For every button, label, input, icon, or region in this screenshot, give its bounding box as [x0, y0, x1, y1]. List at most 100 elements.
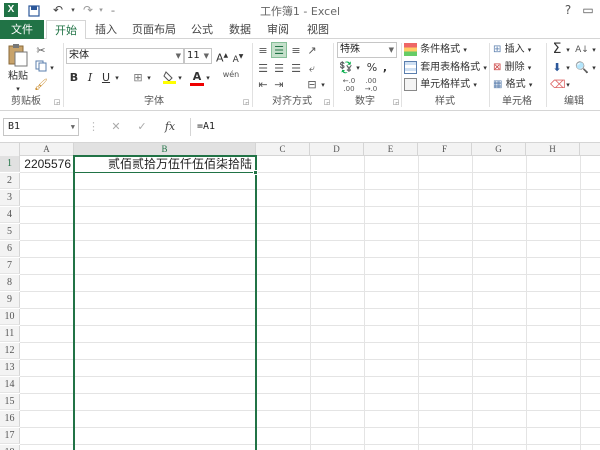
column-header-e[interactable]: E: [364, 143, 418, 156]
font-launcher-icon[interactable]: ◲: [242, 98, 250, 106]
delete-cells-button[interactable]: ⊠ 删除 ▾: [493, 60, 543, 76]
row-header[interactable]: 5: [0, 224, 20, 240]
column-header-b[interactable]: B: [74, 143, 256, 157]
row-header[interactable]: 9: [0, 292, 20, 308]
column-header-d[interactable]: D: [310, 143, 364, 156]
formula-input[interactable]: =A1: [190, 118, 600, 136]
tab-data[interactable]: 数据: [224, 20, 256, 39]
autosum-dropdown-icon[interactable]: ▾: [564, 42, 572, 58]
column-header-f[interactable]: F: [418, 143, 472, 156]
format-painter-icon[interactable]: 🖌: [34, 77, 48, 93]
clear-dropdown-icon[interactable]: ▾: [564, 77, 572, 93]
format-cells-button[interactable]: ▦ 格式 ▾: [493, 77, 543, 93]
cell-b1[interactable]: 贰佰贰拾万伍仟伍佰柒拾陆: [75, 156, 255, 172]
clipboard-launcher-icon[interactable]: ◲: [53, 98, 61, 106]
fill-handle[interactable]: [253, 170, 258, 175]
customize-qat-icon[interactable]: ₌: [108, 2, 118, 18]
sort-filter-dropdown-icon[interactable]: ▾: [590, 42, 598, 58]
percent-button[interactable]: %: [366, 60, 378, 76]
conditional-formatting-button[interactable]: 条件格式 ▾: [404, 42, 488, 58]
font-color-dropdown-icon[interactable]: ▾: [204, 70, 212, 86]
insert-function-button[interactable]: fx: [160, 118, 180, 136]
column-header-h[interactable]: H: [526, 143, 580, 156]
currency-icon[interactable]: 💱: [338, 60, 354, 76]
cut-icon[interactable]: ✂: [34, 43, 48, 59]
tab-formulas[interactable]: 公式: [186, 20, 218, 39]
border-dropdown-icon[interactable]: ▾: [145, 70, 153, 86]
tab-view[interactable]: 视图: [302, 20, 334, 39]
row-header[interactable]: 4: [0, 207, 20, 223]
tab-page-layout[interactable]: 页面布局: [128, 20, 180, 39]
tab-file[interactable]: 文件: [0, 20, 44, 39]
column-header-g[interactable]: G: [472, 143, 526, 156]
fill-dropdown-icon[interactable]: ▾: [564, 60, 572, 76]
grow-font-button[interactable]: A▲: [216, 48, 228, 65]
sort-filter-icon[interactable]: A↓: [574, 42, 590, 58]
paste-icon[interactable]: [6, 43, 30, 69]
number-format-combo[interactable]: 特殊 ▼: [337, 42, 397, 58]
number-launcher-icon[interactable]: ◲: [392, 98, 400, 106]
cancel-entry-icon[interactable]: ✕: [108, 118, 124, 136]
fill-color-icon[interactable]: [162, 70, 176, 86]
insert-cells-button[interactable]: ⊞ 插入 ▾: [493, 42, 543, 58]
select-all-corner[interactable]: [0, 143, 20, 156]
row-header[interactable]: 10: [0, 309, 20, 325]
undo-icon[interactable]: ↶: [48, 2, 68, 18]
font-color-button[interactable]: A: [190, 69, 204, 86]
row-header[interactable]: 13: [0, 360, 20, 376]
underline-dropdown-icon[interactable]: ▾: [113, 70, 121, 86]
undo-dropdown-icon[interactable]: ▾: [68, 2, 78, 18]
cell-styles-button[interactable]: 单元格样式 ▾: [404, 77, 488, 93]
shrink-font-button[interactable]: A▼: [232, 49, 244, 65]
align-left-icon[interactable]: ☰: [256, 61, 270, 77]
row-header[interactable]: 6: [0, 241, 20, 257]
decrease-indent-icon[interactable]: ⇤: [256, 77, 270, 93]
copy-dropdown-icon[interactable]: ▾: [48, 60, 56, 76]
help-button[interactable]: ?: [560, 2, 576, 18]
wrap-text-icon[interactable]: ⤶: [305, 61, 319, 77]
save-icon[interactable]: [26, 2, 42, 18]
currency-dropdown-icon[interactable]: ▾: [354, 60, 362, 76]
alignment-launcher-icon[interactable]: ◲: [323, 98, 331, 106]
row-header[interactable]: 3: [0, 190, 20, 206]
decrease-decimal-icon[interactable]: .00 →.0: [362, 77, 380, 93]
redo-dropdown-icon[interactable]: ▾: [96, 2, 106, 18]
merge-center-icon[interactable]: ⊟: [305, 77, 319, 93]
middle-align-icon[interactable]: ☰: [271, 42, 287, 58]
phonetic-button[interactable]: wén: [220, 67, 242, 83]
merge-dropdown-icon[interactable]: ▾: [319, 77, 327, 93]
align-center-icon[interactable]: ☰: [272, 61, 286, 77]
bold-button[interactable]: B: [68, 70, 80, 86]
redo-icon[interactable]: ↷: [80, 2, 96, 18]
underline-button[interactable]: U: [100, 70, 112, 86]
row-header[interactable]: 15: [0, 394, 20, 410]
row-header[interactable]: 8: [0, 275, 20, 291]
tab-home[interactable]: 开始: [46, 20, 86, 40]
align-right-icon[interactable]: ☰: [289, 61, 303, 77]
row-header[interactable]: 7: [0, 258, 20, 274]
tab-review[interactable]: 审阅: [262, 20, 294, 39]
font-size-combo[interactable]: 11 ▼: [184, 48, 212, 64]
format-as-table-button[interactable]: 套用表格格式 ▾: [404, 60, 488, 76]
find-select-icon[interactable]: 🔍: [574, 60, 590, 76]
row-header[interactable]: 18: [0, 445, 20, 450]
row-header[interactable]: 17: [0, 428, 20, 444]
clear-icon[interactable]: ⌫: [550, 77, 566, 93]
italic-button[interactable]: I: [84, 70, 96, 86]
row-header[interactable]: 16: [0, 411, 20, 427]
fill-icon[interactable]: ⬇: [550, 60, 564, 76]
name-box[interactable]: B1 ▼: [3, 118, 79, 136]
row-header[interactable]: 2: [0, 173, 20, 189]
tab-insert[interactable]: 插入: [90, 20, 122, 39]
font-name-combo[interactable]: 宋体 ▼: [66, 48, 184, 64]
increase-indent-icon[interactable]: ⇥: [272, 77, 286, 93]
copy-icon[interactable]: [34, 60, 48, 76]
border-icon[interactable]: ⊞: [131, 70, 145, 86]
row-header[interactable]: 14: [0, 377, 20, 393]
fill-color-dropdown-icon[interactable]: ▾: [176, 70, 184, 86]
cell-a1[interactable]: 2205576: [21, 156, 73, 172]
column-header-c[interactable]: C: [256, 143, 310, 156]
row-header[interactable]: 11: [0, 326, 20, 342]
autosum-button[interactable]: Σ: [550, 41, 564, 57]
row-header[interactable]: 12: [0, 343, 20, 359]
